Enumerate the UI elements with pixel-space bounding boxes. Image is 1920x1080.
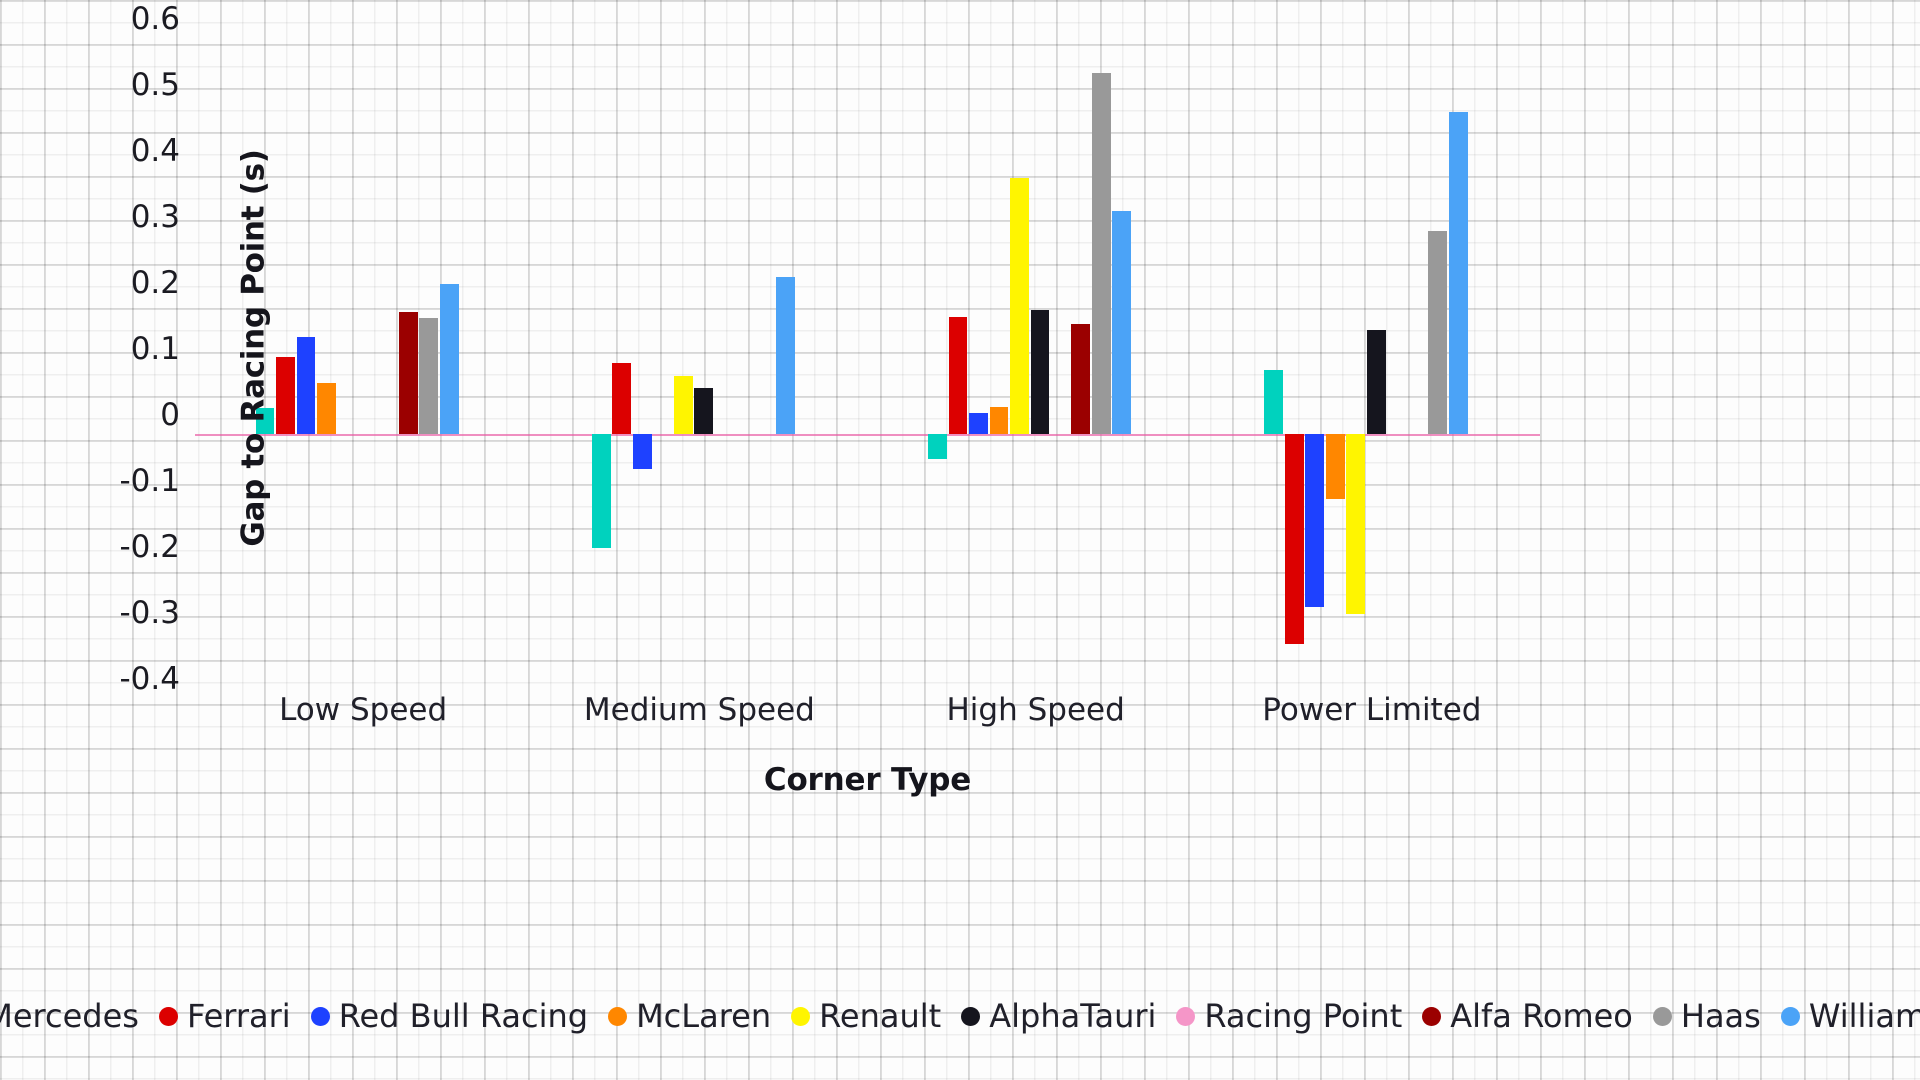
legend-item-racing-point[interactable]: Racing Point	[1176, 1000, 1402, 1032]
bar-red-bull-racing[interactable]	[1305, 434, 1325, 608]
bar-haas[interactable]	[1428, 231, 1448, 434]
plot-area: 0.6 0.5 0.4 0.3 0.2 0.1 0 -0.1 -0.2 -0.3 -0.4 Low …	[120, 4, 1540, 798]
legend-item-alphatauri[interactable]: AlphaTauri	[961, 1000, 1156, 1032]
x-axis-tick-label: High Speed	[946, 692, 1125, 728]
bar-mercedes[interactable]	[1264, 369, 1284, 434]
y-axis-tick-label: 0.3	[130, 199, 180, 235]
bar-mercedes[interactable]	[928, 434, 947, 459]
bar-haas[interactable]	[419, 318, 439, 434]
bar-group	[531, 20, 867, 680]
legend-label: Alfa Romeo	[1450, 997, 1633, 1035]
y-axis-tick-label: 0.4	[130, 133, 180, 169]
x-axis-label: Corner Type	[763, 762, 972, 798]
bar-renault[interactable]	[673, 376, 693, 434]
bar-renault[interactable]	[1346, 434, 1366, 614]
y-axis-tick-label: -0.4	[119, 661, 181, 697]
legend-marker-icon	[791, 1006, 811, 1026]
bar-ferrari[interactable]	[948, 317, 968, 434]
legend-label: Mercedes	[0, 997, 139, 1035]
bar-group	[868, 20, 1204, 680]
legend-marker-icon	[1652, 1006, 1672, 1026]
bar-ferrari[interactable]	[276, 356, 295, 434]
legend-marker-icon	[961, 1006, 981, 1026]
bar-ferrari[interactable]	[612, 363, 632, 434]
legend-label: Ferrari	[186, 997, 291, 1035]
legend-label: Williams	[1808, 997, 1920, 1035]
bar-haas[interactable]	[1091, 72, 1111, 434]
x-axis-tick-label: Low Speed	[279, 692, 448, 728]
y-axis-tick-label: -0.1	[119, 463, 181, 499]
bar-mclaren[interactable]	[317, 383, 336, 434]
y-axis-tick-label: 0.5	[130, 67, 180, 103]
bar-mclaren[interactable]	[989, 407, 1009, 434]
legend-item-mercedes[interactable]: Mercedes	[0, 1000, 139, 1032]
y-axis-label: Gap to Racing Point (s)	[235, 149, 272, 547]
bar-alfa-romeo[interactable]	[1071, 323, 1091, 434]
y-axis-tick-label: 0.6	[130, 1, 180, 37]
bar-red-bull-racing[interactable]	[969, 412, 988, 434]
bar-ferrari[interactable]	[1284, 434, 1304, 644]
bar-williams[interactable]	[1448, 112, 1468, 434]
bar-red-bull-racing[interactable]	[632, 434, 652, 469]
legend-label: Red Bull Racing	[338, 997, 589, 1035]
bar-williams[interactable]	[776, 277, 796, 434]
chart-legend: Mercedes Ferrari Red Bull Racing McLaren Ren…	[0, 1000, 1920, 1032]
legend-marker-icon	[158, 1006, 178, 1026]
y-axis-tick-label: 0.2	[130, 265, 180, 301]
legend-marker-icon	[608, 1006, 628, 1026]
bar-red-bull-racing[interactable]	[296, 336, 316, 434]
bar-group	[1204, 20, 1540, 680]
legend-marker-icon	[1176, 1006, 1196, 1026]
legend-item-ferrari[interactable]: Ferrari	[158, 997, 291, 1035]
legend-item-haas[interactable]: Haas	[1652, 997, 1761, 1035]
x-axis-tick-label: Medium Speed	[583, 692, 815, 728]
legend-item-mclaren[interactable]: McLaren	[608, 1000, 771, 1032]
legend-marker-icon	[1780, 1006, 1800, 1026]
bar-renault[interactable]	[1010, 178, 1029, 434]
legend-item-williams[interactable]: Williams	[1780, 997, 1920, 1035]
x-axis-tick-label: Power Limited	[1262, 692, 1482, 728]
legend-label: AlphaTauri	[989, 997, 1157, 1035]
bar-alphatauri[interactable]	[694, 387, 714, 434]
legend-marker-icon	[310, 1006, 330, 1026]
legend-label: Renault	[819, 997, 942, 1035]
legend-label: Haas	[1680, 997, 1761, 1035]
legend-label: McLaren	[636, 997, 772, 1035]
y-axis-tick-label: -0.3	[119, 595, 181, 631]
bar-mercedes[interactable]	[591, 434, 611, 548]
bar-alphatauri[interactable]	[1030, 310, 1050, 434]
legend-item-renault[interactable]: Renault	[791, 1000, 941, 1032]
y-axis-tick-label: 0	[160, 397, 180, 433]
bar-williams[interactable]	[1112, 211, 1132, 434]
y-axis-tick-label: -0.2	[119, 529, 181, 565]
y-axis-tick-label: 0.1	[130, 331, 180, 367]
bar-williams[interactable]	[439, 284, 459, 434]
bar-mclaren[interactable]	[1325, 434, 1345, 499]
legend-item-alfa-romeo[interactable]: Alfa Romeo	[1422, 1000, 1633, 1032]
bar-alfa-romeo[interactable]	[398, 312, 418, 434]
legend-marker-icon	[1422, 1006, 1442, 1026]
legend-item-red-bull-racing[interactable]: Red Bull Racing	[310, 997, 589, 1035]
legend-label: Racing Point	[1204, 997, 1403, 1035]
bar-alphatauri[interactable]	[1366, 330, 1386, 434]
